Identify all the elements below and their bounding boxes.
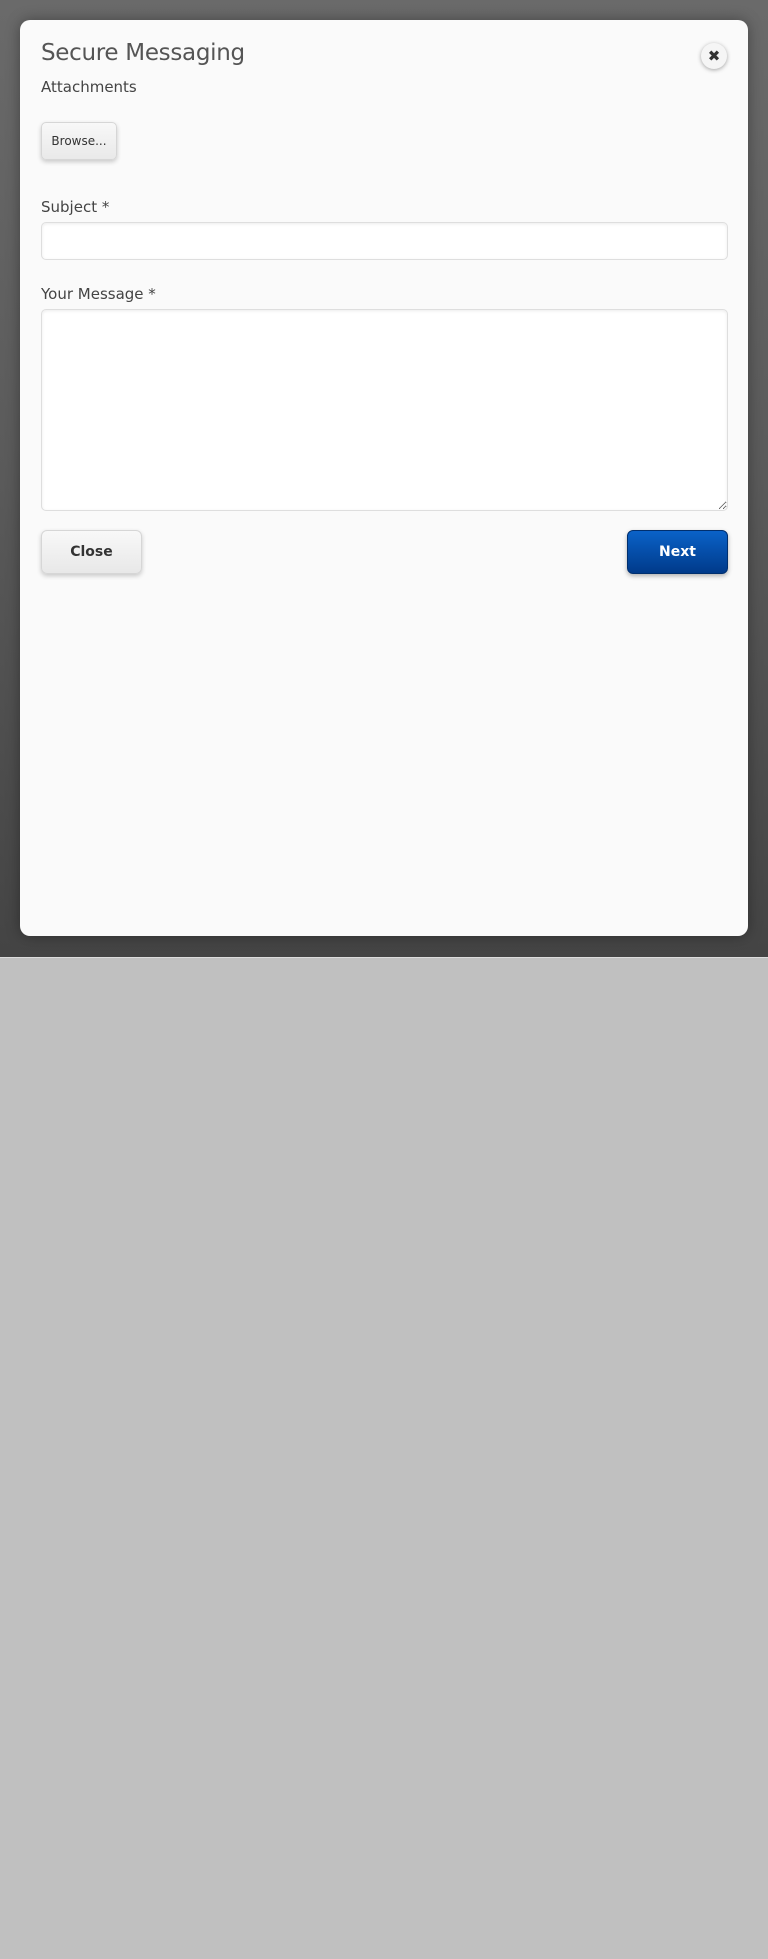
subject-input[interactable]	[41, 222, 728, 260]
message-textarea[interactable]	[41, 309, 728, 511]
next-button[interactable]: Next	[627, 530, 728, 574]
close-button[interactable]: Close	[41, 530, 142, 574]
subject-label: Subject *	[41, 198, 110, 216]
secure-messaging-dialog: Secure Messaging ✖ Attachments Browse...…	[20, 20, 748, 936]
dialog-title: Secure Messaging	[41, 40, 245, 66]
attachments-label: Attachments	[41, 78, 137, 96]
close-x-icon[interactable]: ✖	[701, 43, 727, 69]
message-label: Your Message *	[41, 285, 156, 303]
browse-button[interactable]: Browse...	[41, 122, 117, 160]
